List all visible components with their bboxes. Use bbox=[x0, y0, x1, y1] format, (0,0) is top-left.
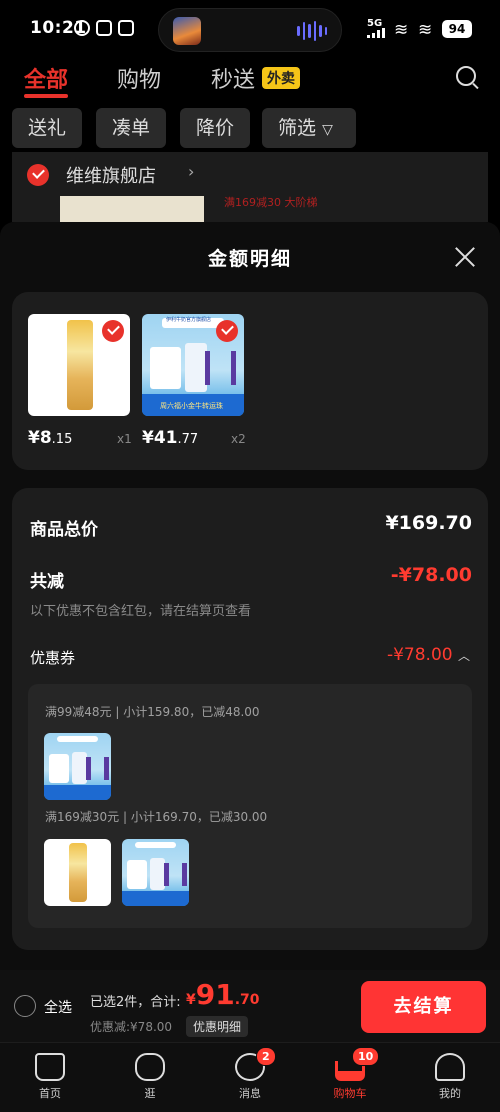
chip-gift[interactable]: 送礼 bbox=[12, 108, 82, 148]
tab-instant[interactable]: 秒送 bbox=[211, 62, 255, 94]
filter-icon: ▽ bbox=[322, 122, 333, 138]
signal-icon bbox=[367, 28, 387, 38]
coupon-product-milk bbox=[44, 733, 111, 800]
app-notification-icon bbox=[74, 20, 90, 36]
dynamic-island[interactable] bbox=[158, 8, 342, 52]
product-qty: x1 bbox=[117, 432, 132, 446]
product-price-int: ¥8 bbox=[28, 428, 52, 448]
profile-icon bbox=[435, 1053, 465, 1081]
select-all-radio[interactable] bbox=[14, 995, 36, 1017]
product-image-partial bbox=[60, 196, 204, 222]
milk-banner-text: 伊利牛奶官方旗舰店 bbox=[166, 317, 212, 323]
chip-bundle[interactable]: 凑单 bbox=[96, 108, 166, 148]
coupon-product-milk bbox=[122, 839, 189, 906]
status-bar: 10:21 5G ≋ ≋ 94 bbox=[0, 0, 500, 58]
waimai-badge: 外卖 bbox=[262, 67, 300, 89]
store-name[interactable]: 维维旗舰店 bbox=[66, 162, 156, 188]
cart-total: ¥91.70 bbox=[186, 978, 260, 1011]
discount-note: 以下优惠不包含红包，请在结算页查看 bbox=[30, 604, 252, 619]
chevron-right-icon: › bbox=[188, 162, 195, 181]
coupon-product-nuts bbox=[44, 839, 111, 906]
cart-badge: 10 bbox=[352, 1047, 380, 1066]
product-image-nuts[interactable] bbox=[28, 314, 130, 416]
nav-label: 首页 bbox=[39, 1087, 61, 1100]
total-value: ¥169.70 bbox=[385, 512, 472, 534]
coupon-toggle[interactable]: -¥78.00 ︿ bbox=[387, 645, 470, 665]
select-all-label[interactable]: 全选 bbox=[44, 997, 72, 1017]
tab-underline bbox=[24, 94, 68, 98]
tab-shopping[interactable]: 购物 bbox=[117, 62, 161, 94]
total-label: 商品总价 bbox=[30, 520, 98, 540]
close-icon[interactable] bbox=[452, 244, 478, 270]
bottom-nav: 首页 逛 2 消息 10 购物车 我的 bbox=[0, 1042, 500, 1112]
cart-total-symbol: ¥ bbox=[186, 992, 196, 1008]
coupon-group-text: 满169减30元 | 小计169.70，已减30.00 bbox=[45, 810, 268, 824]
store-row[interactable]: 维维旗舰店 › 满169减30 大阶梯 bbox=[12, 152, 488, 222]
nav-label: 消息 bbox=[239, 1087, 261, 1100]
checkout-button[interactable]: 去结算 bbox=[361, 981, 486, 1033]
cart-total-dec: .70 bbox=[234, 992, 260, 1008]
chevron-up-icon: ︿ bbox=[457, 649, 470, 663]
nav-label: 我的 bbox=[439, 1087, 461, 1100]
product-price-dec: .15 bbox=[51, 432, 73, 447]
cart-total-int: 91 bbox=[195, 978, 235, 1011]
product-price: ¥41.77 bbox=[142, 428, 198, 448]
product-check-icon[interactable] bbox=[216, 320, 238, 342]
milk-ribbon-text: 周六福小金牛转运珠 bbox=[160, 402, 223, 410]
sheet-title: 金额明细 bbox=[207, 248, 292, 270]
audio-wave-icon bbox=[297, 21, 327, 41]
discount-label: 共减 bbox=[30, 572, 64, 592]
media-thumbnail bbox=[173, 17, 201, 45]
wifi-icon-2: ≋ bbox=[418, 20, 433, 40]
tab-all[interactable]: 全部 bbox=[24, 62, 68, 94]
product-image-milk[interactable]: 伊利牛奶官方旗舰店 周六福小金牛转运珠 bbox=[142, 314, 244, 416]
selected-text: 已选2件，合计: bbox=[90, 995, 181, 1010]
coupon-group-text: 满99减48元 | 小计159.80，已减48.00 bbox=[45, 705, 260, 719]
notification-icon bbox=[118, 20, 134, 36]
browse-icon bbox=[135, 1053, 165, 1081]
home-icon bbox=[35, 1053, 65, 1081]
nav-label: 购物车 bbox=[333, 1087, 367, 1100]
chip-price-drop[interactable]: 降价 bbox=[180, 108, 250, 148]
discount-detail-button[interactable]: 优惠明细 bbox=[186, 1016, 249, 1037]
chip-filter[interactable]: 筛选 ▽ bbox=[262, 108, 356, 148]
battery-icon: 94 bbox=[442, 20, 472, 38]
wechat-icon bbox=[96, 20, 112, 36]
coupon-label: 优惠券 bbox=[30, 649, 76, 667]
store-check-icon[interactable] bbox=[27, 164, 49, 186]
top-tabs: 全部 购物 秒送 外卖 bbox=[0, 62, 500, 102]
chip-filter-label: 筛选 bbox=[278, 117, 317, 139]
message-badge: 2 bbox=[256, 1047, 276, 1066]
product-price-int: ¥41 bbox=[142, 428, 178, 448]
nav-label: 逛 bbox=[144, 1087, 156, 1100]
product-qty: x2 bbox=[231, 432, 246, 446]
search-icon[interactable] bbox=[456, 66, 476, 86]
wifi-icon: ≋ bbox=[394, 20, 409, 40]
product-price-dec: .77 bbox=[177, 432, 199, 447]
product-price: ¥8.15 bbox=[28, 428, 72, 448]
discount-summary: 优惠减:¥78.00 bbox=[90, 1020, 173, 1034]
product-check-icon[interactable] bbox=[102, 320, 124, 342]
coupon-value: -¥78.00 bbox=[386, 645, 453, 665]
store-promo: 满169减30 大阶梯 bbox=[224, 196, 318, 209]
discount-value: -¥78.00 bbox=[390, 564, 472, 586]
